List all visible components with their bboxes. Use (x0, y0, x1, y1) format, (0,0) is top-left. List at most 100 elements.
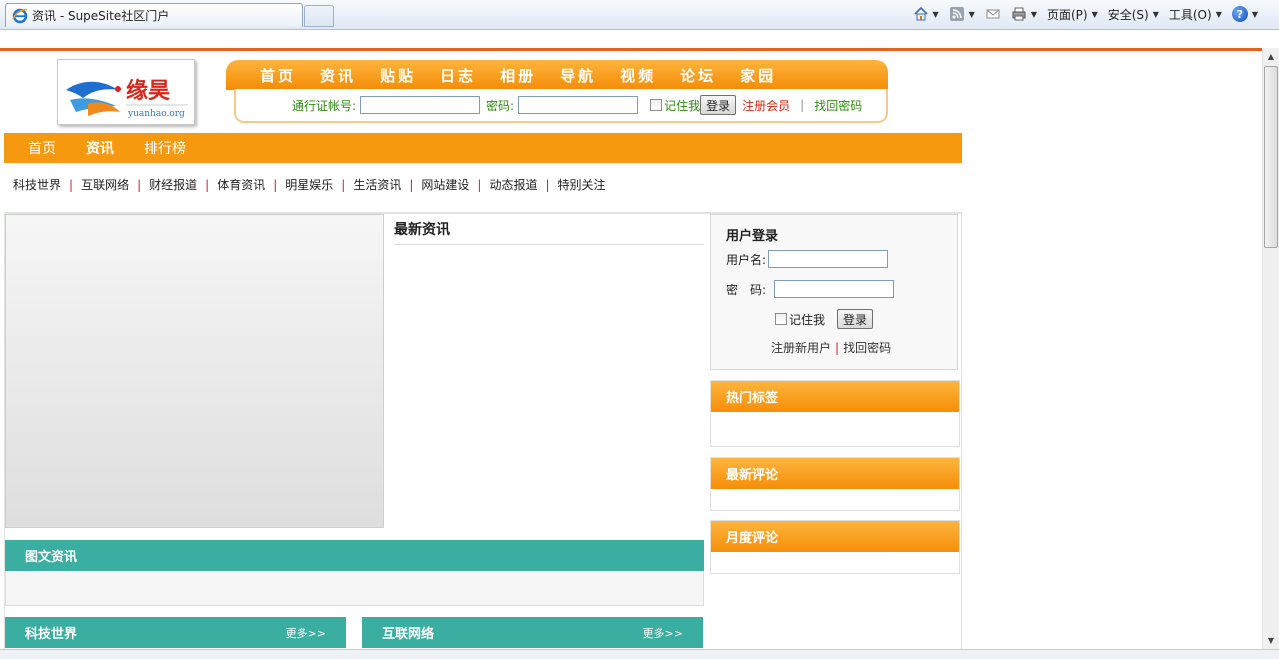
category-web[interactable]: 网站建设 (421, 176, 469, 193)
monthly-comments-title: 月度评论 (711, 521, 959, 552)
vertical-scrollbar[interactable]: ▲ ▼ (1262, 48, 1279, 649)
ie-logo-icon (12, 8, 28, 23)
main-nav: 首页 资讯 排行榜 (4, 133, 962, 163)
password-label: 密码: (486, 98, 515, 113)
header-login-button[interactable]: 登录 (700, 95, 737, 115)
category-life[interactable]: 生活资讯 (353, 176, 401, 193)
browser-tab[interactable]: 资讯 - SupeSite社区门户 (5, 3, 303, 27)
latest-news-title: 最新资讯 (394, 222, 450, 238)
remember-label: 记住我 (664, 98, 701, 113)
account-label: 通行证帐号: (292, 98, 357, 113)
page-viewport: 缘昊 yuanhao.org 首页 资讯 贴贴 日志 相册 导航 视频 论坛 家… (0, 31, 1262, 649)
top-accent-line (0, 48, 1262, 51)
sidebar-login-button[interactable]: 登录 (837, 309, 874, 329)
svg-text:缘昊: 缘昊 (126, 78, 170, 104)
topnav-item-blog[interactable]: 日志 (440, 65, 476, 86)
divider (394, 244, 704, 245)
scroll-up-arrow-icon[interactable]: ▲ (1263, 48, 1279, 65)
chevron-down-icon: ▼ (1215, 9, 1222, 19)
latest-comments-box: 最新评论 (710, 457, 960, 511)
category-dynamic[interactable]: 动态报道 (489, 176, 537, 193)
category-separator: | (69, 177, 74, 192)
category-tech[interactable]: 科技世界 (13, 176, 61, 193)
remember-checkbox[interactable] (650, 99, 663, 111)
mainnav-item-ranking[interactable]: 排行榜 (144, 138, 186, 158)
topnav-item-tiezhi[interactable]: 贴贴 (380, 65, 416, 86)
print-button[interactable]: ▼ (1008, 4, 1040, 24)
topnav-item-album[interactable]: 相册 (500, 65, 536, 86)
rss-icon (949, 7, 964, 21)
page-menu[interactable]: 页面(P) ▼ (1044, 4, 1101, 24)
sidebar-recover-password-link[interactable]: 找回密码 (843, 341, 891, 355)
mainnav-item-home[interactable]: 首页 (28, 138, 56, 158)
scrollbar-thumb[interactable] (1264, 66, 1278, 248)
section-internet-more-link[interactable]: 更多>> (643, 625, 683, 641)
account-input[interactable] (360, 96, 481, 114)
topnav-item-home[interactable]: 首页 (260, 65, 296, 86)
sidebar-password-label: 密 码: (726, 282, 767, 297)
category-entertainment[interactable]: 明星娱乐 (285, 176, 333, 193)
site-logo[interactable]: 缘昊 yuanhao.org (57, 59, 195, 125)
tab-title: 资讯 - SupeSite社区门户 (32, 9, 170, 23)
register-link[interactable]: 注册会员 (742, 97, 790, 114)
scroll-down-arrow-icon[interactable]: ▼ (1263, 632, 1279, 649)
topnav-item-navigation[interactable]: 导航 (560, 65, 596, 86)
sidebar-remember-label: 记住我 (789, 312, 826, 327)
section-internet-header: 互联网络 更多>> (362, 617, 703, 648)
safety-menu[interactable]: 安全(S) ▼ (1105, 4, 1162, 24)
chevron-down-icon: ▼ (1091, 9, 1098, 19)
slideshow-placeholder[interactable] (5, 214, 384, 528)
recover-password-link[interactable]: 找回密码 (814, 97, 862, 114)
help-menu[interactable]: ? ▼ (1229, 4, 1261, 24)
top-nav: 首页 资讯 贴贴 日志 相册 导航 视频 论坛 家园 (226, 60, 888, 90)
new-tab-button[interactable] (304, 5, 334, 27)
category-special[interactable]: 特别关注 (558, 176, 606, 193)
svg-text:yuanhao.org: yuanhao.org (127, 109, 185, 119)
sidebar-remember-checkbox[interactable] (775, 313, 787, 325)
pic-news-title: 图文资讯 (25, 550, 78, 565)
feeds-button[interactable]: ▼ (946, 4, 978, 24)
monthly-comments-box: 月度评论 (710, 520, 960, 574)
chevron-down-icon[interactable]: ▼ (933, 10, 939, 19)
mail-button[interactable] (982, 4, 1004, 24)
hot-tags-box: 热门标签 (710, 380, 960, 447)
status-bar (0, 649, 1279, 659)
category-bar: 科技世界 | 互联网络 | 财经报道 | 体育资讯 | 明星娱乐 | 生活资讯 | 网站建设… (13, 176, 606, 193)
login-panel-title: 用户登录 (726, 229, 779, 244)
home-button[interactable]: ▼ (910, 4, 942, 24)
register-new-user-link[interactable]: 注册新用户 (771, 341, 831, 355)
chevron-down-icon: ▼ (1251, 9, 1258, 19)
header-login-bar: 通行证帐号: 密码: 记住我 登录 注册会员 | 找回密码 (234, 89, 888, 123)
category-internet[interactable]: 互联网络 (81, 176, 129, 193)
category-separator: | (409, 177, 414, 192)
command-bar: ▼ ▼ ▼ 页面(P) ▼ 安全(S) ▼ 工具(O) ▼ ? ▼ (910, 4, 1262, 24)
username-row: 用户名: (726, 250, 889, 268)
home-icon (913, 6, 928, 21)
section-tech-header: 科技世界 更多>> (5, 617, 346, 648)
mail-icon (986, 9, 1000, 19)
category-sports[interactable]: 体育资讯 (217, 176, 265, 193)
mainnav-item-news[interactable]: 资讯 (86, 138, 114, 158)
password-input[interactable] (518, 96, 639, 114)
username-label: 用户名: (726, 252, 767, 267)
topnav-item-video[interactable]: 视频 (620, 65, 656, 86)
link-separator: | (835, 341, 840, 355)
section-tech-more-link[interactable]: 更多>> (286, 625, 326, 641)
category-finance[interactable]: 财经报道 (149, 176, 197, 193)
category-separator: | (205, 177, 210, 192)
category-separator: | (273, 177, 278, 192)
topnav-item-home-space[interactable]: 家园 (740, 65, 776, 86)
user-login-panel: 用户登录 用户名: 密 码: 记住我 登录 注册新用户 | 找回密码 (710, 214, 958, 370)
chevron-down-icon[interactable]: ▼ (1031, 10, 1037, 19)
tools-menu[interactable]: 工具(O) ▼ (1166, 4, 1225, 24)
sidebar-password-input[interactable] (774, 280, 895, 298)
topnav-item-news[interactable]: 资讯 (320, 65, 356, 86)
login-panel-links: 注册新用户 | 找回密码 (771, 339, 891, 356)
category-separator: | (545, 177, 550, 192)
username-input[interactable] (768, 250, 889, 268)
chevron-down-icon[interactable]: ▼ (969, 10, 975, 19)
link-separator: | (800, 98, 805, 112)
remember-row: 记住我 登录 (775, 309, 874, 329)
topnav-item-forum[interactable]: 论坛 (680, 65, 716, 86)
category-separator: | (137, 177, 142, 192)
